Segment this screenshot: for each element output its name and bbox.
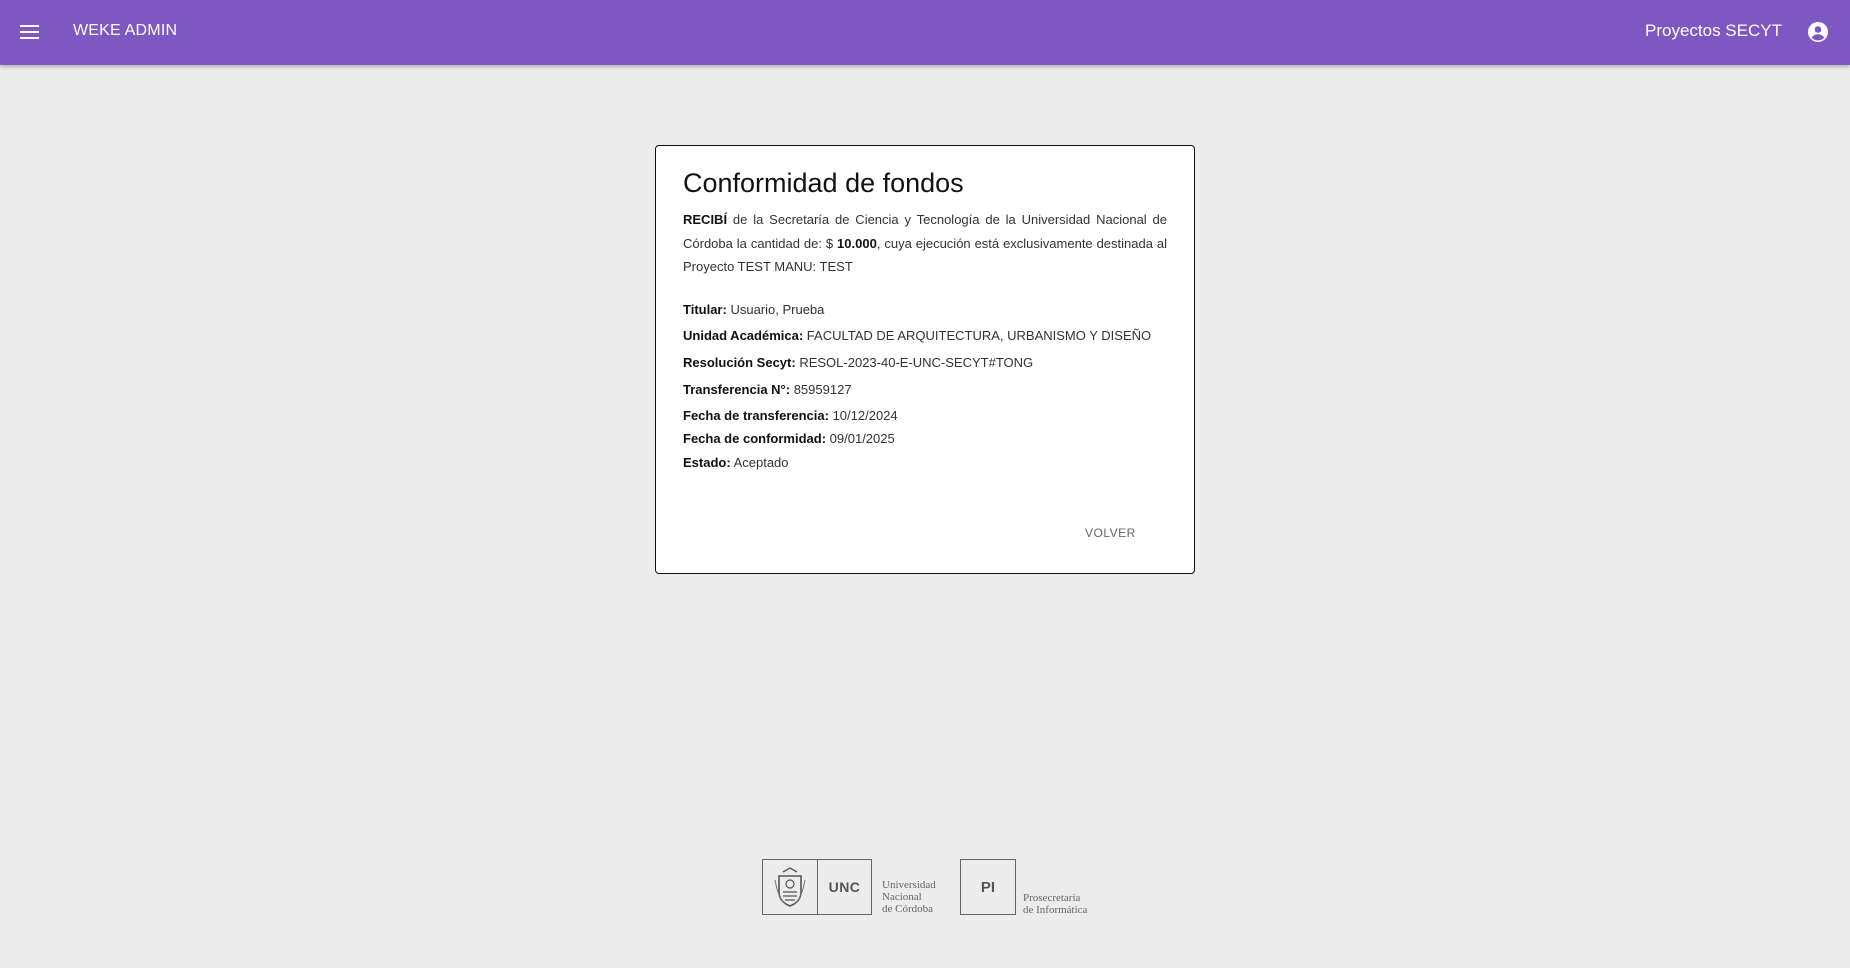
field-value: RESOL-2023-40-E-UNC-SECYT#TONG xyxy=(799,355,1034,370)
field-estado: Estado: Aceptado xyxy=(683,455,789,470)
recibi-label: RECIBÍ xyxy=(683,212,728,227)
card-title: Conformidad de fondos xyxy=(683,168,964,198)
footer-logos: UNC Universidad Nacional de Córdoba PI P… xyxy=(762,859,1092,916)
field-resolucion-secyt: Resolución Secyt: RESOL-2023-40-E-UNC-SE… xyxy=(683,355,1033,370)
unc-caption: Universidad Nacional de Córdoba xyxy=(882,879,936,915)
field-value: 85959127 xyxy=(793,382,852,397)
pi-caption-line: Prosecretaría xyxy=(1023,892,1081,904)
pi-caption-line: de Informática xyxy=(1023,904,1088,916)
field-transferencia-numero: Transferencia N°: 85959127 xyxy=(683,382,852,397)
unc-logo-text: UNC xyxy=(828,879,861,895)
account-circle-icon[interactable] xyxy=(1806,20,1830,44)
conformidad-card: Conformidad de fondos RECIBÍ de la Secre… xyxy=(655,145,1195,574)
field-label: Titular: xyxy=(683,302,727,317)
unc-logo: UNC xyxy=(762,859,872,915)
unc-seal-icon xyxy=(763,860,818,914)
field-label: Transferencia N°: xyxy=(683,382,791,397)
field-label: Unidad Académica: xyxy=(683,328,804,343)
field-value: 09/01/2025 xyxy=(829,431,895,446)
field-unidad-academica: Unidad Académica: FACULTAD DE ARQUITECTU… xyxy=(683,328,1151,343)
intro-paragraph: RECIBÍ de la Secretaría de Ciencia y Tec… xyxy=(683,208,1167,279)
field-titular: Titular: Usuario, Prueba xyxy=(683,302,824,317)
field-value: FACULTAD DE ARQUITECTURA, URBANISMO Y DI… xyxy=(806,328,1152,343)
field-label: Fecha de transferencia: xyxy=(683,408,829,423)
section-title[interactable]: Proyectos SECYT xyxy=(1645,21,1782,41)
field-label: Estado: xyxy=(683,455,731,470)
field-value: Usuario, Prueba xyxy=(730,302,825,317)
unc-caption-line: de Córdoba xyxy=(882,903,934,915)
field-fecha-transferencia: Fecha de transferencia: 10/12/2024 xyxy=(683,408,898,423)
unc-caption-line: Nacional xyxy=(882,891,922,903)
field-value: Aceptado xyxy=(733,455,789,470)
field-label: Resolución Secyt: xyxy=(683,355,796,370)
amount-value: 10.000 xyxy=(837,235,877,251)
menu-icon[interactable] xyxy=(14,17,44,47)
unc-caption-line: Universidad xyxy=(882,879,936,891)
pi-logo: PI xyxy=(960,859,1016,915)
top-app-bar: WEKE ADMIN Proyectos SECYT xyxy=(0,0,1850,65)
volver-button[interactable]: VOLVER xyxy=(1079,522,1142,544)
field-value: 10/12/2024 xyxy=(832,408,898,423)
field-fecha-conformidad: Fecha de conformidad: 09/01/2025 xyxy=(683,431,895,446)
field-label: Fecha de conformidad: xyxy=(683,431,827,446)
pi-caption: Prosecretaría de Informática xyxy=(1023,892,1087,916)
app-title: WEKE ADMIN xyxy=(73,22,178,39)
